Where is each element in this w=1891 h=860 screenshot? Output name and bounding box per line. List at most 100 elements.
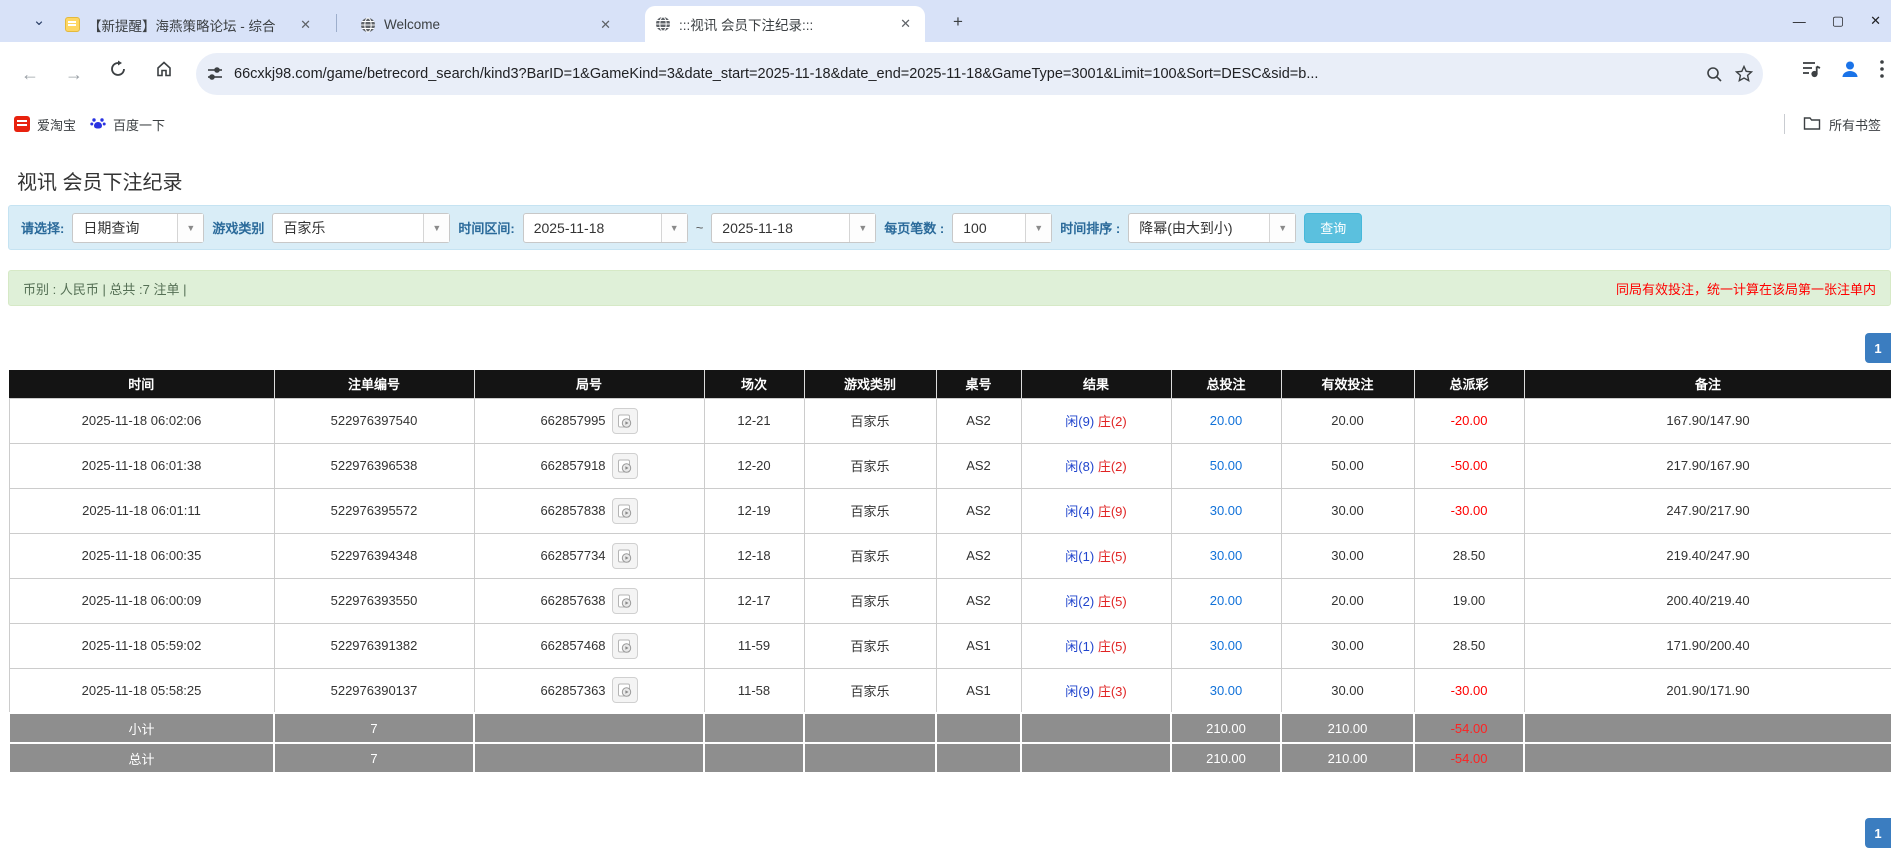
bookmarks-bar: 爱淘宝 百度一下 所有书签: [0, 106, 1891, 142]
total-bet-link[interactable]: 20.00: [1210, 593, 1243, 608]
video-replay-icon[interactable]: [611, 587, 638, 614]
table-body: 2025-11-18 06:02:06 522976397540 662857995…: [8, 397, 1891, 714]
total-bet-link[interactable]: 30.00: [1210, 638, 1243, 653]
total-bet-link[interactable]: 20.00: [1210, 413, 1243, 428]
cell-valid-bet: 20.00: [1280, 577, 1415, 624]
window-minimize-button[interactable]: —: [1793, 14, 1806, 29]
sort-select[interactable]: 降幂(由大到小) ▼: [1128, 212, 1297, 243]
column-header: 注单编号: [274, 370, 475, 398]
table-row: 2025-11-18 06:01:38 522976396538 662857918…: [8, 442, 1891, 489]
result-banker: 庄(3): [1097, 683, 1127, 699]
video-replay-icon[interactable]: [611, 632, 638, 659]
bookmark-label: 百度一下: [113, 117, 166, 133]
per-page-select[interactable]: 100 ▼: [952, 212, 1053, 243]
tab-close-icon[interactable]: ✕: [896, 16, 915, 32]
date-end-select[interactable]: 2025-11-18 ▼: [711, 212, 877, 243]
tab-close-icon[interactable]: ✕: [296, 17, 315, 33]
bookmark-taobao[interactable]: 爱淘宝: [14, 115, 76, 134]
column-header: 总投注: [1171, 370, 1282, 398]
round-cell: 662857638: [540, 587, 638, 614]
subtotal-total-bet: 210.00: [1170, 712, 1282, 744]
home-button[interactable]: [148, 58, 180, 90]
cell-total-bet: 30.00: [1170, 532, 1282, 579]
tab-close-icon[interactable]: ✕: [596, 17, 615, 33]
media-controls-icon[interactable]: [1801, 59, 1821, 79]
result-banker: 庄(5): [1097, 549, 1127, 564]
cell-total-bet: 30.00: [1170, 622, 1282, 669]
menu-dots-icon[interactable]: [1879, 59, 1885, 79]
reload-button[interactable]: [102, 58, 134, 90]
range-separator: ~: [695, 220, 704, 235]
tune-icon[interactable]: [206, 65, 224, 83]
table-row: 2025-11-18 06:00:35 522976394348 662857734…: [8, 532, 1891, 579]
total-bet-link[interactable]: 30.00: [1210, 683, 1243, 698]
forward-button[interactable]: →: [58, 58, 90, 90]
date-start-select[interactable]: 2025-11-18 ▼: [522, 212, 688, 243]
cell-table-number: AS1: [935, 622, 1022, 669]
cell-time: 2025-11-18 06:02:06: [8, 397, 275, 444]
cell-valid-bet: 20.00: [1280, 397, 1415, 444]
tab-welcome[interactable]: Welcome ✕: [350, 7, 625, 42]
total-bet-link[interactable]: 30.00: [1210, 503, 1243, 518]
total-payout: -54.00: [1413, 742, 1525, 774]
cell-result: 闲(9) 庄(3): [1020, 667, 1172, 714]
tab-search-button[interactable]: ⌄: [22, 8, 56, 36]
cell-round-id: 662857734: [473, 532, 705, 579]
video-replay-icon[interactable]: [611, 542, 638, 569]
cell-session: 12-19: [703, 487, 805, 534]
subtotal-row: 小计 7 210.00 210.00 -54.00: [8, 712, 1891, 744]
tab-title: :::视讯 会员下注纪录:::: [679, 18, 814, 33]
chevron-down-icon: ▼: [660, 213, 687, 242]
bookmark-baidu[interactable]: 百度一下: [90, 115, 165, 134]
new-tab-button[interactable]: +: [945, 10, 971, 36]
result-banker: 庄(9): [1097, 504, 1127, 519]
all-bookmarks-button[interactable]: 所有书签: [1783, 114, 1881, 134]
table-row: 2025-11-18 06:01:11 522976395572 662857838…: [8, 487, 1891, 534]
back-button[interactable]: ←: [14, 58, 46, 90]
sort-label: 时间排序 :: [1060, 221, 1121, 236]
round-number: 662857918: [540, 458, 606, 473]
cell-payout: 28.50: [1413, 622, 1525, 669]
round-number: 662857468: [540, 638, 606, 653]
result-banker: 庄(5): [1097, 639, 1127, 654]
date-range-label: 时间区间:: [458, 221, 515, 236]
tab-bet-records-active[interactable]: :::视讯 会员下注纪录::: ✕: [645, 6, 925, 42]
column-header: 游戏类别: [804, 370, 937, 398]
video-replay-icon[interactable]: [611, 407, 638, 434]
cell-result: 闲(1) 庄(5): [1020, 622, 1172, 669]
tab-title: Welcome: [384, 17, 441, 32]
currency-total-text: 币别 : 人民币 | 总共 :7 注单 |: [23, 281, 187, 297]
game-type-select[interactable]: 百家乐 ▼: [272, 212, 451, 243]
search-button[interactable]: 查询: [1304, 212, 1363, 243]
window-close-button[interactable]: ✕: [1870, 13, 1881, 29]
select-mode-label: 请选择:: [21, 221, 65, 236]
profile-avatar[interactable]: [1839, 58, 1861, 80]
folder-icon: [1803, 115, 1821, 134]
total-bet-link[interactable]: 30.00: [1210, 548, 1243, 563]
result-banker: 庄(2): [1097, 459, 1127, 474]
cell-round-id: 662857838: [473, 487, 705, 534]
pagination-page-1-bottom[interactable]: 1: [1865, 818, 1891, 848]
tab-strip: ⌄ 【新提醒】海燕策略论坛 - 综合 ✕ Welcome ✕ :::视讯 会员下…: [0, 0, 1891, 42]
cell-session: 12-20: [703, 442, 805, 489]
window-maximize-button[interactable]: ▢: [1832, 13, 1844, 29]
video-replay-icon[interactable]: [611, 452, 638, 479]
tab-forum[interactable]: 【新提醒】海燕策略论坛 - 综合 ✕: [55, 7, 325, 42]
bookmark-star-icon[interactable]: [1735, 65, 1753, 83]
table-row: 2025-11-18 05:59:02 522976391382 662857468…: [8, 622, 1891, 669]
total-bet-link[interactable]: 50.00: [1210, 458, 1243, 473]
zoom-icon[interactable]: [1706, 66, 1723, 83]
video-replay-icon[interactable]: [611, 497, 638, 524]
cell-result: 闲(4) 庄(9): [1020, 487, 1172, 534]
bet-records-table: 时间 注单编号 局号 场次 游戏类别 桌号 结果 总投注 有效投注 总派彩 备注 2025-11-1…: [8, 370, 1891, 774]
video-replay-icon[interactable]: [611, 677, 638, 704]
round-number: 662857638: [540, 593, 606, 608]
chevron-down-icon: ▼: [1269, 213, 1296, 242]
result-player: 闲(2): [1065, 594, 1095, 609]
tab-title: 【新提醒】海燕策略论坛 - 综合: [88, 18, 276, 34]
url-text[interactable]: 66cxkj98.com/game/betrecord_search/kind3…: [234, 66, 1696, 82]
pagination-page-1-top[interactable]: 1: [1865, 333, 1891, 363]
cell-time: 2025-11-18 06:00:35: [8, 532, 275, 579]
query-mode-select[interactable]: 日期查询 ▼: [72, 212, 205, 243]
address-bar[interactable]: 66cxkj98.com/game/betrecord_search/kind3…: [196, 53, 1763, 95]
